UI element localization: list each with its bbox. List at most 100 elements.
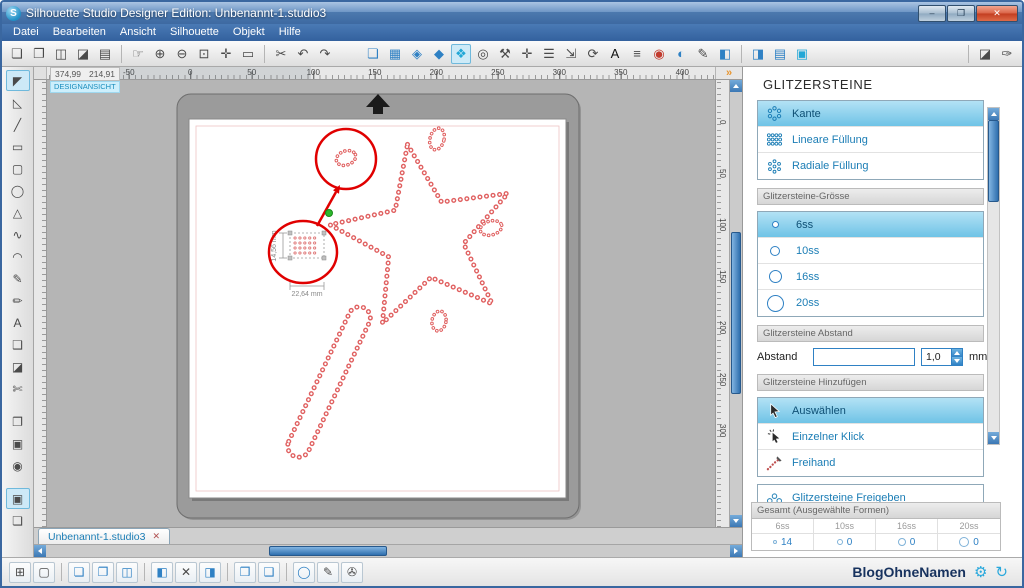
page-panel-tool[interactable]: ❐ <box>6 411 30 432</box>
grid-settings-panel-button[interactable]: ▦ <box>385 44 405 64</box>
mode-einzelner-klick[interactable]: Einzelner Klick <box>758 424 983 450</box>
scroll-right-button[interactable] <box>730 545 742 557</box>
design-view-button[interactable]: ▣ <box>6 488 30 509</box>
mode-auswaehlen[interactable]: Auswählen <box>758 398 983 424</box>
horizontal-scrollbar[interactable] <box>34 544 742 557</box>
save-as-button[interactable]: ◪ <box>73 44 93 64</box>
transform-panel-button[interactable]: ✛ <box>517 44 537 64</box>
trace-panel-button[interactable]: ◧ <box>715 44 735 64</box>
refresh-icon[interactable]: ↻ <box>995 563 1008 581</box>
save-button[interactable]: ◫ <box>51 44 71 64</box>
undo-button[interactable]: ↶ <box>293 44 313 64</box>
spacing-input[interactable] <box>813 348 915 366</box>
pen-toolbar-button[interactable]: ✑ <box>997 44 1017 64</box>
modify-panel-button[interactable]: ⚒ <box>495 44 515 64</box>
maximize-button[interactable]: ❐ <box>947 5 975 22</box>
scroll-up-button[interactable] <box>730 80 742 92</box>
design-canvas[interactable]: 14,56 mm 22,64 mm <box>47 80 715 527</box>
select-tool[interactable]: ◤ <box>6 70 30 91</box>
minimize-button[interactable]: – <box>918 5 946 22</box>
fit-to-window-button[interactable]: ✛ <box>216 44 236 64</box>
menu-item[interactable]: Ansicht <box>113 24 163 41</box>
spacing-value-field[interactable]: 1,0 <box>921 348 963 366</box>
ungroup-button[interactable]: ❑ <box>258 562 280 583</box>
bring-to-front-button[interactable]: ◧ <box>151 562 173 583</box>
weld-button[interactable]: ◯ <box>293 562 315 583</box>
knife-tool[interactable]: ✄ <box>6 378 30 399</box>
line-color-panel-button[interactable]: ◐ <box>671 44 691 64</box>
size-20ss[interactable]: 20ss <box>758 290 983 316</box>
sketch-panel-button[interactable]: ✎ <box>693 44 713 64</box>
rectangle-tool[interactable]: ▭ <box>6 136 30 157</box>
note-tool[interactable]: ❑ <box>6 334 30 355</box>
shape-panel-button[interactable]: ◆ <box>429 44 449 64</box>
registration-marks-panel-button[interactable]: ◈ <box>407 44 427 64</box>
duplicate-grid-button[interactable]: ◫ <box>116 562 138 583</box>
duplicate-left-button[interactable]: ❏ <box>68 562 90 583</box>
attach-button[interactable]: ✇ <box>341 562 363 583</box>
menu-item[interactable]: Objekt <box>226 24 272 41</box>
offset-panel-button[interactable]: ◎ <box>473 44 493 64</box>
line-style-panel-button[interactable]: ≡ <box>627 44 647 64</box>
sphere-preview-tool[interactable]: ◉ <box>6 455 30 476</box>
curve-tool[interactable]: ∿ <box>6 224 30 245</box>
eraser-tool[interactable]: ◪ <box>6 356 30 377</box>
rhinestone-panel-button[interactable]: ❖ <box>451 44 471 64</box>
zoom-selection-button[interactable]: ⊡ <box>194 44 214 64</box>
rotate-panel-button[interactable]: ⟳ <box>583 44 603 64</box>
page-setup-panel-button[interactable]: ❏ <box>363 44 383 64</box>
zoom-in-button[interactable]: ⊕ <box>150 44 170 64</box>
rounded-rectangle-tool[interactable]: ▢ <box>6 158 30 179</box>
vertical-scroll-thumb[interactable] <box>731 232 741 394</box>
fit-page-button[interactable]: ▭ <box>238 44 258 64</box>
layers-view-button[interactable]: ❏ <box>6 510 30 531</box>
mode-freihand[interactable]: Freihand <box>758 450 983 476</box>
text-tool[interactable]: A <box>6 312 30 333</box>
cut-button[interactable]: ✂ <box>271 44 291 64</box>
close-button[interactable]: ✕ <box>976 5 1018 22</box>
spinner-down-button[interactable] <box>952 357 962 365</box>
tab-close-icon[interactable]: ✕ <box>153 531 161 542</box>
selection-box-button[interactable]: ▢ <box>33 562 55 583</box>
vertical-scrollbar[interactable] <box>729 80 742 527</box>
flat-preview-tool[interactable]: ▣ <box>6 433 30 454</box>
effect-radiale-fuellung[interactable]: Radiale Füllung <box>758 153 983 179</box>
smooth-freehand-tool[interactable]: ✏ <box>6 290 30 311</box>
document-tab[interactable]: Unbenannt-1.studio3 ✕ <box>38 528 170 544</box>
media-panel-button[interactable]: ▣ <box>792 44 812 64</box>
size-6ss[interactable]: 6ss <box>758 212 983 238</box>
menu-item[interactable]: Bearbeiten <box>46 24 113 41</box>
settings-gear-icon[interactable]: ⚙ <box>974 563 987 581</box>
panel-scroll-down-button[interactable] <box>988 432 999 444</box>
panel-scroll-up-button[interactable] <box>988 108 999 120</box>
library-panel-button[interactable]: ▤ <box>770 44 790 64</box>
collapse-panel-button[interactable]: » <box>715 67 742 79</box>
freehand-tool[interactable]: ✎ <box>6 268 30 289</box>
size-16ss[interactable]: 16ss <box>758 264 983 290</box>
open-document-button[interactable]: ❐ <box>29 44 49 64</box>
scale-panel-button[interactable]: ⇲ <box>561 44 581 64</box>
ellipse-tool[interactable]: ◯ <box>6 180 30 201</box>
point-edit-tool[interactable]: ◺ <box>6 92 30 113</box>
panel-scrollbar[interactable] <box>987 107 1000 445</box>
redo-button[interactable]: ↷ <box>315 44 335 64</box>
print-button[interactable]: ▤ <box>95 44 115 64</box>
text-style-panel-button[interactable]: A <box>605 44 625 64</box>
pan-tool-button[interactable]: ☞ <box>128 44 148 64</box>
group-button[interactable]: ❒ <box>234 562 256 583</box>
eraser-toolbar-button[interactable]: ◪ <box>975 44 995 64</box>
fill-color-panel-button[interactable]: ◉ <box>649 44 669 64</box>
line-tool[interactable]: ╱ <box>6 114 30 135</box>
snap-grid-button[interactable]: ⊞ <box>9 562 31 583</box>
scroll-down-button[interactable] <box>730 515 742 527</box>
zoom-out-button[interactable]: ⊖ <box>172 44 192 64</box>
polygon-tool[interactable]: △ <box>6 202 30 223</box>
new-document-button[interactable]: ❏ <box>7 44 27 64</box>
size-10ss[interactable]: 10ss <box>758 238 983 264</box>
panel-scroll-thumb[interactable] <box>988 120 999 202</box>
horizontal-scroll-thumb[interactable] <box>269 546 387 556</box>
delete-button[interactable]: ✕ <box>175 562 197 583</box>
effect-lineare-fuellung[interactable]: Lineare Füllung <box>758 127 983 153</box>
scroll-left-button[interactable] <box>34 545 46 557</box>
draw-fill-button[interactable]: ✎ <box>317 562 339 583</box>
